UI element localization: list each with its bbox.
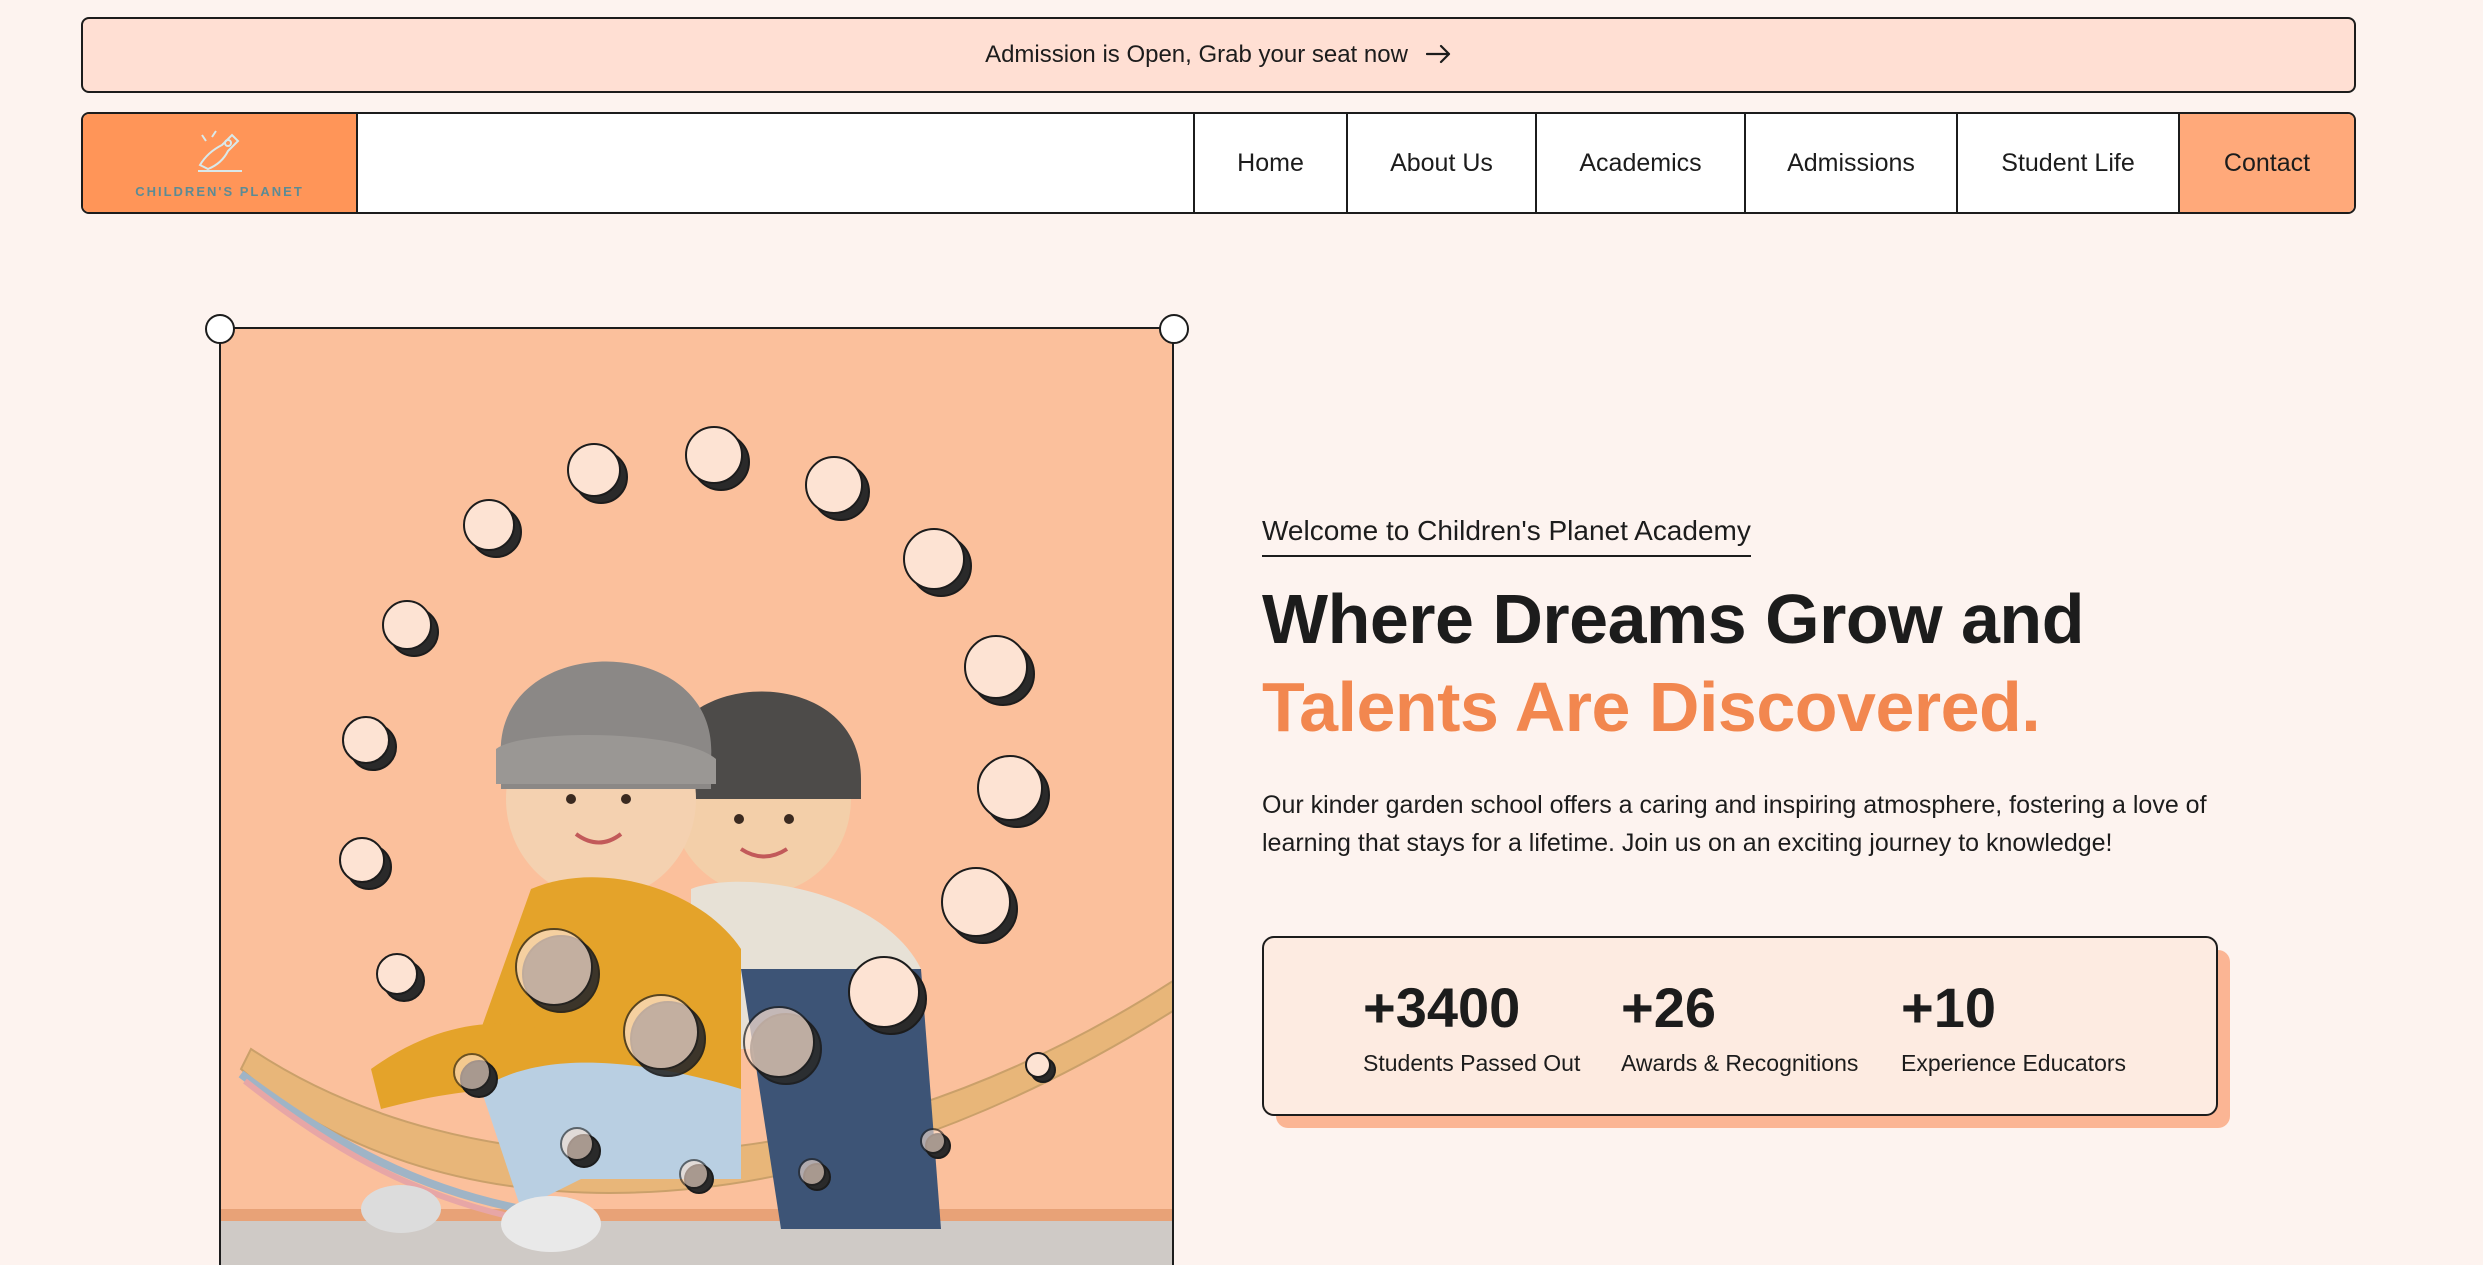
nav-item-home[interactable]: Home: [1193, 114, 1346, 212]
resize-handle-top-left[interactable]: [205, 314, 235, 344]
stat-value: +10: [1901, 976, 1996, 1039]
nav-item-academics[interactable]: Academics: [1535, 114, 1744, 212]
hero-headline: Where Dreams Grow and Talents Are Discov…: [1262, 575, 2084, 751]
stat-students: +3400 Students Passed Out: [1363, 978, 1580, 1077]
stats-card: +3400 Students Passed Out +26 Awards & R…: [1262, 936, 2218, 1116]
stat-label: Students Passed Out: [1363, 1050, 1581, 1076]
logo-text: CHILDREN'S PLANET: [135, 184, 304, 199]
hero-eyebrow: Welcome to Children's Planet Academy: [1262, 515, 1751, 557]
hero-intro-text: Our kinder garden school offers a caring…: [1262, 791, 2207, 857]
headline-line-1: Where Dreams Grow and: [1262, 580, 2084, 658]
resize-handle-top-right[interactable]: [1159, 314, 1189, 344]
stat-value: +26: [1621, 976, 1716, 1039]
nav-item-student-life[interactable]: Student Life: [1956, 114, 2178, 212]
site-logo[interactable]: CHILDREN'S PLANET: [83, 114, 358, 212]
rocket-logo-icon: [192, 127, 248, 178]
stat-educators: +10 Experience Educators: [1901, 978, 2126, 1077]
stat-label: Experience Educators: [1901, 1050, 2127, 1076]
hero-illustration: [221, 426, 1172, 1265]
admission-announcement-bar[interactable]: Admission is Open, Grab your seat now: [81, 17, 2356, 93]
nav-item-contact[interactable]: Contact: [2178, 114, 2354, 212]
stat-awards: +26 Awards & Recognitions: [1621, 978, 1858, 1077]
nav-item-about-us[interactable]: About Us: [1346, 114, 1535, 212]
nav-item-admissions[interactable]: Admissions: [1744, 114, 1956, 212]
headline-line-2: Talents Are Discovered.: [1262, 668, 2041, 746]
main-navigation: CHILDREN'S PLANET Home About Us Academic…: [81, 112, 2356, 214]
stat-label: Awards & Recognitions: [1621, 1050, 1859, 1076]
stat-value: +3400: [1363, 976, 1521, 1039]
hero-image: [219, 327, 1174, 1265]
arrow-right-icon: [1425, 41, 1452, 69]
announcement-text: Admission is Open, Grab your seat now: [985, 41, 1408, 68]
